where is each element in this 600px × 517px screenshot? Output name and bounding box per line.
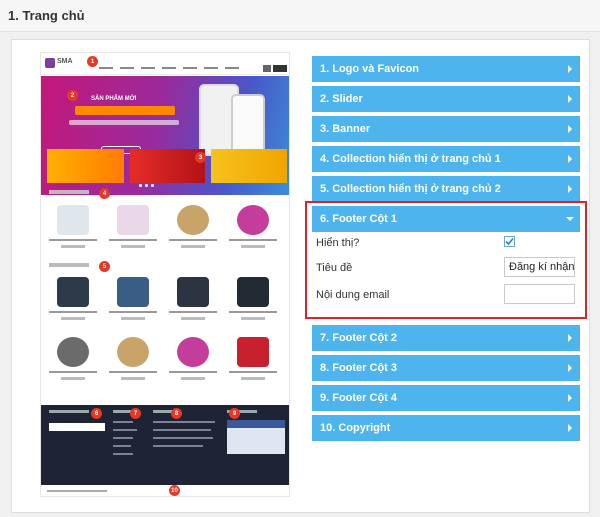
accordion-collection-2[interactable]: 5. Collection hiển thị ở trang chủ 2 — [312, 176, 580, 202]
chevron-right-icon — [568, 394, 572, 402]
preview-product — [47, 337, 99, 385]
marker-badge: 2 — [67, 90, 78, 101]
accordion-label: 2. Slider — [320, 93, 363, 105]
accordion-label: 4. Collection hiển thị ở trang chủ 1 — [320, 153, 501, 165]
preview-logo-text: SMA — [57, 58, 73, 65]
preview-product — [107, 337, 159, 385]
chevron-down-icon — [566, 217, 574, 221]
preview-copyright — [41, 485, 289, 496]
preview-slider-headline: SẢN PHẨM MỚI — [91, 96, 137, 102]
accordion-label: 3. Banner — [320, 123, 371, 135]
accordion-label: 1. Logo và Favicon — [320, 63, 420, 75]
preview-menu — [99, 67, 239, 69]
theme-preview-image: SMA SẢN PHẨM MỚI 1 2 3 4 5 6 7 8 9 10 — [40, 52, 290, 497]
preview-banner-2 — [130, 149, 205, 183]
marker-badge: 9 — [229, 408, 240, 419]
accordion-footer-col-3[interactable]: 8. Footer Cột 3 — [312, 355, 580, 381]
accordion-banner[interactable]: 3. Banner — [312, 116, 580, 142]
title-input[interactable]: Đăng kí nhận tin — [504, 257, 575, 277]
preview-banner-1 — [47, 149, 124, 183]
email-content-input[interactable] — [504, 284, 575, 304]
preview-phone-image-2 — [231, 94, 265, 156]
accordion-label: 6. Footer Cột 1 — [320, 213, 398, 225]
marker-badge: 7 — [130, 408, 141, 419]
chevron-right-icon — [568, 424, 572, 432]
preview-slider-subline — [69, 120, 179, 125]
chevron-right-icon — [568, 95, 572, 103]
marker-badge: 3 — [195, 152, 206, 163]
preview-product — [167, 337, 219, 385]
preview-collection-2-title — [49, 263, 89, 267]
accordion-label: 10. Copyright — [320, 422, 391, 434]
chevron-right-icon — [568, 125, 572, 133]
marker-badge: 10 — [169, 485, 180, 496]
accordion-footer-col-1[interactable]: 6. Footer Cột 1 — [312, 206, 580, 232]
email-label: Nội dung email — [316, 289, 390, 301]
preview-slider-banner — [75, 106, 175, 115]
accordion-footer-col-4[interactable]: 9. Footer Cột 4 — [312, 385, 580, 411]
title-label: Tiêu đề — [316, 262, 353, 274]
preview-collection-2-row-2 — [47, 337, 279, 385]
preview-product — [47, 277, 99, 325]
preview-product — [167, 277, 219, 325]
preview-header: SMA — [41, 53, 289, 75]
marker-badge: 5 — [99, 261, 110, 272]
preview-search-icon — [263, 65, 271, 72]
preview-logo-icon — [45, 58, 55, 68]
accordion-label: 7. Footer Cột 2 — [320, 332, 398, 344]
preview-product — [227, 277, 279, 325]
preview-product — [107, 277, 159, 325]
accordion-slider[interactable]: 2. Slider — [312, 86, 580, 112]
preview-product — [227, 205, 279, 253]
accordion-logo-favicon[interactable]: 1. Logo và Favicon — [312, 56, 580, 82]
marker-badge: 1 — [87, 56, 98, 67]
preview-collection-1-title — [49, 190, 89, 194]
chevron-right-icon — [568, 155, 572, 163]
preview-collection-2 — [47, 277, 279, 325]
preview-product — [227, 337, 279, 385]
preview-banner-3 — [211, 149, 287, 183]
marker-badge: 8 — [171, 408, 182, 419]
section-title: 1. Trang chủ — [8, 8, 85, 23]
accordion-collection-1[interactable]: 4. Collection hiển thị ở trang chủ 1 — [312, 146, 580, 172]
chevron-right-icon — [568, 334, 572, 342]
preview-product — [167, 205, 219, 253]
show-label: Hiển thị? — [316, 237, 360, 249]
accordion-label: 5. Collection hiển thị ở trang chủ 2 — [320, 183, 501, 195]
show-checkbox[interactable] — [504, 236, 515, 247]
section-header: 1. Trang chủ — [0, 0, 600, 32]
accordion-label: 8. Footer Cột 3 — [320, 362, 398, 374]
chevron-right-icon — [568, 364, 572, 372]
marker-badge: 4 — [99, 188, 110, 199]
accordion-footer-col-2[interactable]: 7. Footer Cột 2 — [312, 325, 580, 351]
accordion-copyright[interactable]: 10. Copyright — [312, 415, 580, 441]
preview-cart-icon — [273, 65, 287, 72]
marker-badge: 6 — [91, 408, 102, 419]
preview-collection-1 — [47, 205, 279, 253]
preview-slider-dots — [139, 184, 154, 187]
check-icon — [505, 237, 514, 246]
chevron-right-icon — [568, 65, 572, 73]
preview-newsletter-input — [49, 423, 105, 431]
accordion-label: 9. Footer Cột 4 — [320, 392, 398, 404]
preview-product — [107, 205, 159, 253]
preview-product — [47, 205, 99, 253]
preview-footer — [41, 405, 289, 485]
chevron-right-icon — [568, 185, 572, 193]
